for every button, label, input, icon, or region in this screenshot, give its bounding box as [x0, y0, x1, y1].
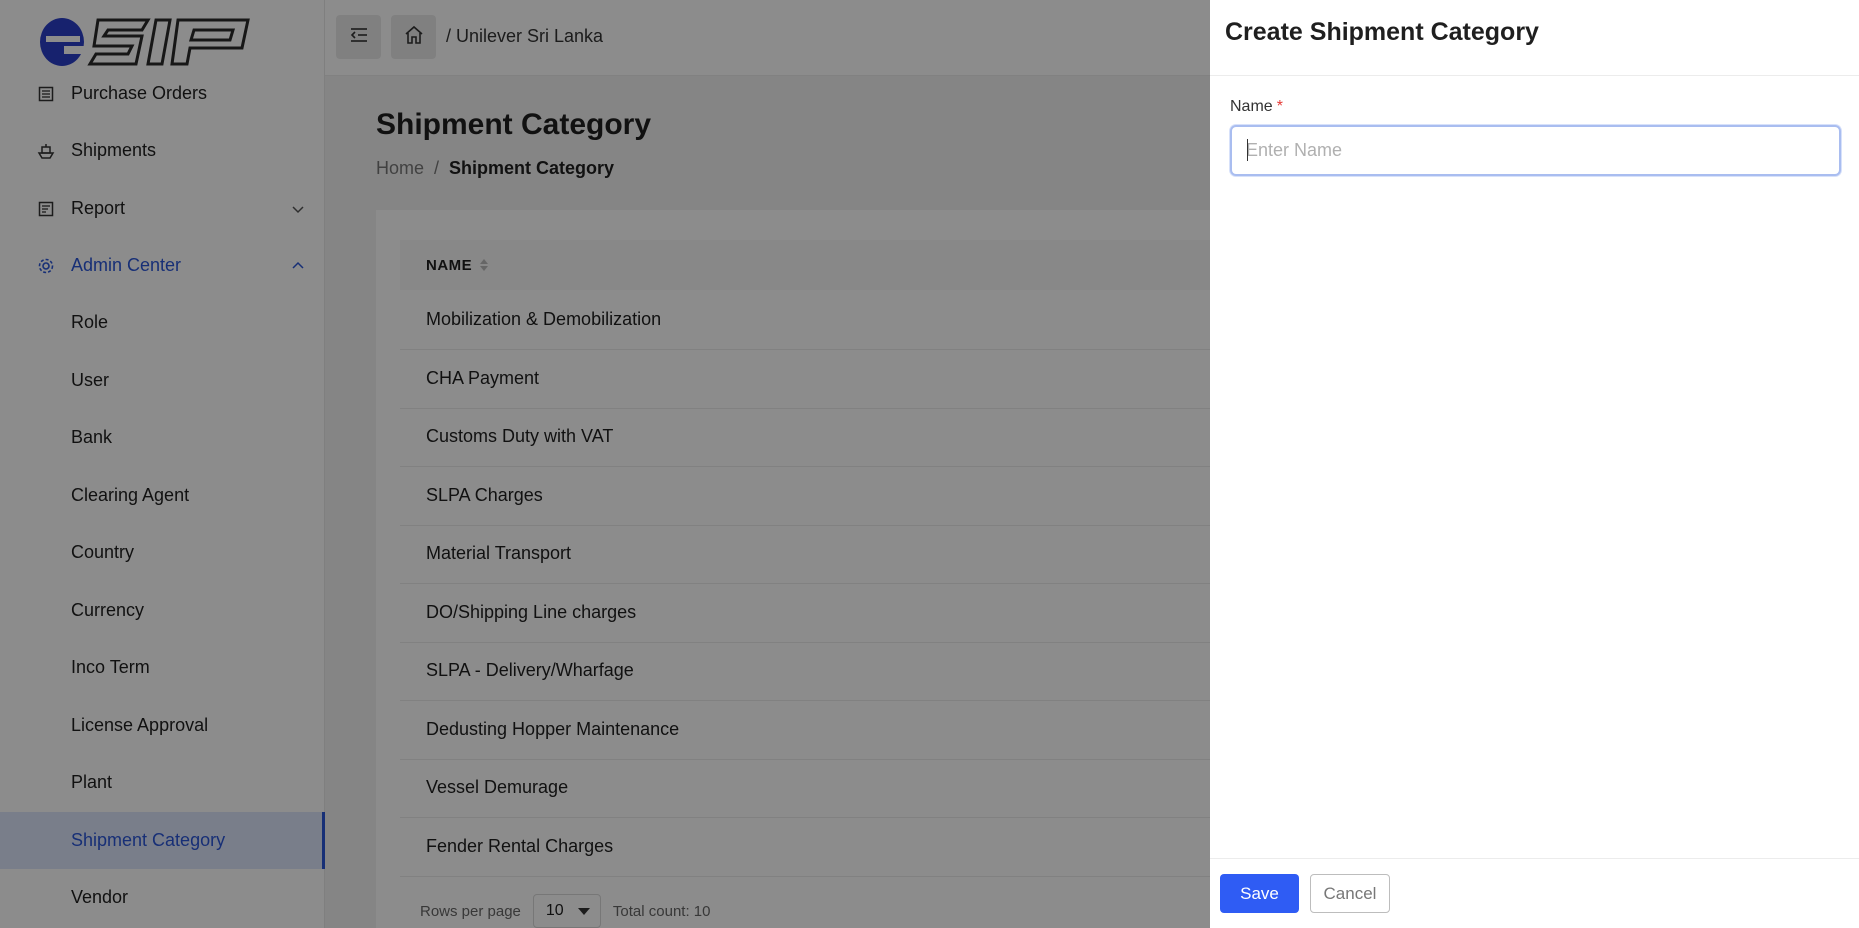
text-cursor [1247, 139, 1248, 161]
name-field-label: Name * [1230, 98, 1283, 116]
name-input[interactable] [1230, 125, 1841, 176]
divider [1210, 858, 1859, 859]
name-label-text: Name [1230, 98, 1273, 115]
divider [1210, 75, 1859, 76]
app-root: Purchase Orders Shipments Report Admin C… [0, 0, 1859, 928]
required-mark: * [1276, 98, 1283, 115]
save-button[interactable]: Save [1220, 874, 1299, 913]
drawer-title: Create Shipment Category [1225, 18, 1539, 46]
cancel-button[interactable]: Cancel [1310, 874, 1390, 913]
create-shipment-category-drawer: Create Shipment Category Name* Save Canc… [1210, 0, 1859, 928]
